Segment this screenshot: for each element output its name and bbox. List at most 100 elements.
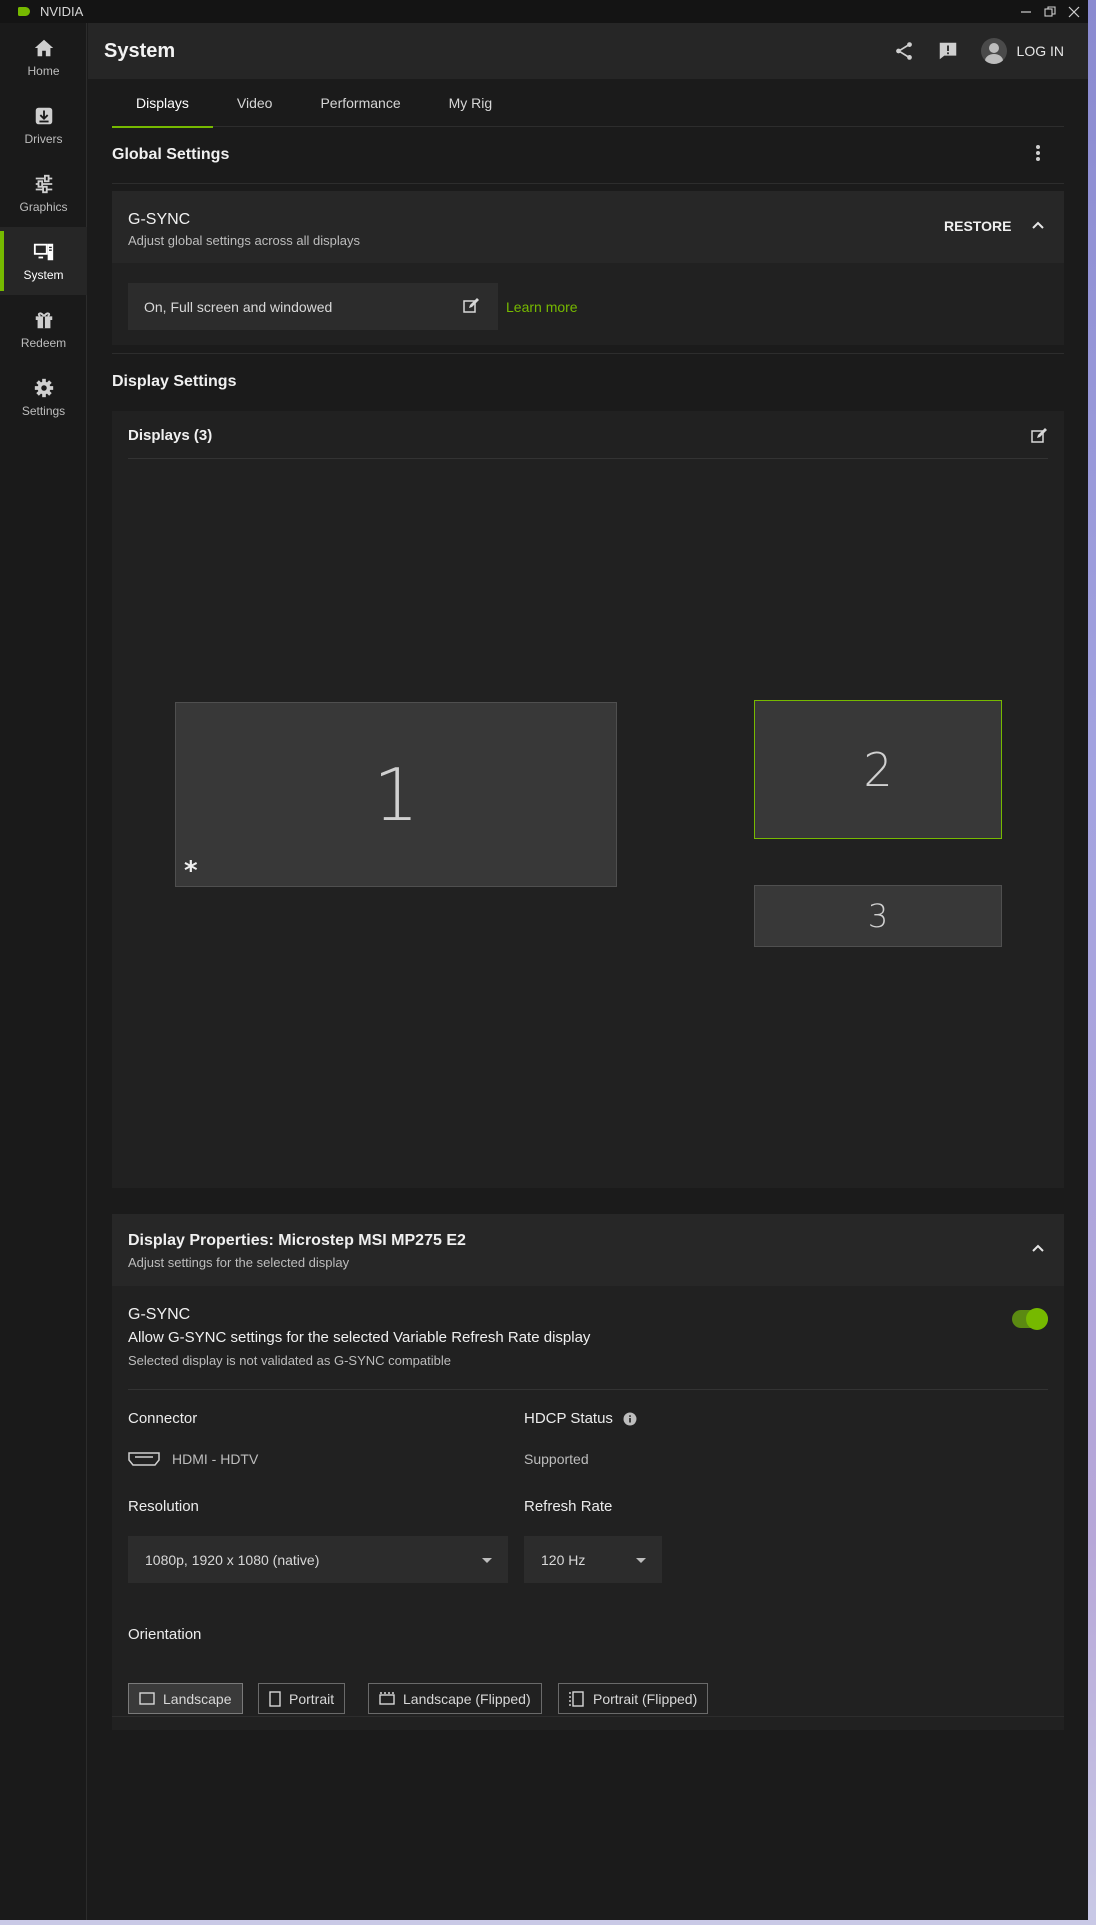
more-options-button[interactable] bbox=[1028, 143, 1048, 168]
global-settings-heading: Global Settings bbox=[112, 146, 230, 163]
connector-value: HDMI - HDTV bbox=[128, 1451, 258, 1467]
divider bbox=[128, 458, 1048, 459]
system-icon bbox=[33, 243, 53, 260]
edit-icon[interactable] bbox=[462, 297, 480, 315]
orientation-label-text: Portrait (Flipped) bbox=[593, 1690, 698, 1707]
feedback-button[interactable] bbox=[937, 40, 959, 62]
portrait-icon bbox=[269, 1690, 281, 1707]
tab-video[interactable]: Video bbox=[213, 81, 297, 127]
monitor-2[interactable]: 2 bbox=[754, 700, 1002, 839]
sidebar-item-label: Graphics bbox=[19, 199, 68, 214]
primary-marker: * bbox=[184, 856, 198, 886]
display-properties-header: Display Properties: Microstep MSI MP275 … bbox=[112, 1214, 1064, 1286]
orientation-portrait-button[interactable]: Portrait bbox=[258, 1683, 346, 1714]
edit-icon[interactable] bbox=[1030, 427, 1048, 445]
sidebar-item-label: System bbox=[23, 267, 64, 282]
sidebar-item-label: Settings bbox=[21, 403, 66, 418]
more-vertical-icon bbox=[1036, 145, 1040, 161]
hdcp-label: HDCP Status bbox=[524, 1410, 613, 1427]
monitor-number: 1 bbox=[373, 752, 419, 837]
gift-icon bbox=[35, 312, 52, 328]
collapse-button[interactable] bbox=[1030, 1240, 1046, 1261]
resolution-value: 1080p, 1920 x 1080 (native) bbox=[145, 1551, 320, 1568]
displays-count-label: Displays (3) bbox=[128, 427, 213, 444]
share-icon bbox=[895, 42, 912, 60]
monitor-number: 2 bbox=[863, 742, 893, 797]
info-icon[interactable] bbox=[623, 1412, 637, 1426]
page-title: System bbox=[104, 39, 176, 62]
display-properties-subtitle: Adjust settings for the selected display bbox=[128, 1255, 350, 1270]
gsync-toggle[interactable] bbox=[1012, 1308, 1048, 1330]
login-label: LOG IN bbox=[1016, 43, 1064, 59]
restore-button[interactable]: RESTORE bbox=[944, 218, 1011, 234]
sidebar-item-label: Redeem bbox=[20, 335, 67, 350]
sidebar: Home Drivers Graphics System Redeem Sett… bbox=[0, 23, 87, 1920]
sidebar-item-settings[interactable]: Settings bbox=[0, 363, 87, 431]
tab-performance[interactable]: Performance bbox=[296, 81, 424, 127]
resolution-label: Resolution bbox=[128, 1498, 199, 1515]
header-actions: LOG IN bbox=[893, 23, 1064, 79]
monitor-1[interactable]: 1 * bbox=[175, 702, 617, 887]
connector-text: HDMI - HDTV bbox=[172, 1451, 259, 1467]
sliders-icon bbox=[35, 174, 52, 193]
gsync-mode-value: On, Full screen and windowed bbox=[144, 298, 333, 315]
sidebar-item-drivers[interactable]: Drivers bbox=[0, 91, 87, 159]
orientation-portrait-flipped-button[interactable]: Portrait (Flipped) bbox=[558, 1683, 709, 1714]
sidebar-item-label: Home bbox=[27, 63, 60, 78]
sidebar-item-home[interactable]: Home bbox=[0, 23, 87, 91]
orientation-label-text: Landscape (Flipped) bbox=[403, 1690, 531, 1707]
tab-bar: Displays Video Performance My Rig bbox=[112, 81, 1064, 128]
displays-card: Displays (3) 1 * 2 3 bbox=[112, 411, 1064, 1188]
gsync-display-note: Selected display is not validated as G-S… bbox=[128, 1353, 451, 1368]
orientation-landscape-button[interactable]: Landscape bbox=[128, 1683, 243, 1714]
divider bbox=[128, 1389, 1048, 1390]
hdcp-label-row: HDCP Status bbox=[524, 1410, 637, 1427]
restore-icon bbox=[1044, 5, 1056, 17]
display-settings-heading: Display Settings bbox=[112, 373, 237, 390]
sidebar-item-label: Drivers bbox=[24, 131, 63, 146]
landscape-flipped-icon bbox=[379, 1692, 395, 1705]
gsync-global-card: G-SYNC Adjust global settings across all… bbox=[112, 191, 1064, 345]
monitor-number: 3 bbox=[867, 897, 889, 935]
tab-my-rig[interactable]: My Rig bbox=[425, 81, 517, 127]
tab-displays[interactable]: Displays bbox=[112, 81, 213, 128]
login-button[interactable]: LOG IN bbox=[980, 38, 1064, 64]
chevron-up-icon bbox=[1032, 221, 1044, 229]
minimize-icon bbox=[1021, 10, 1031, 13]
app-name: NVIDIA bbox=[40, 4, 84, 19]
refresh-rate-label: Refresh Rate bbox=[524, 1498, 613, 1515]
chevron-up-icon bbox=[1032, 1244, 1044, 1252]
caret-down-icon bbox=[636, 1557, 646, 1563]
learn-more-link[interactable]: Learn more bbox=[506, 299, 578, 315]
close-button[interactable] bbox=[1060, 0, 1088, 23]
nvidia-logo-icon bbox=[18, 7, 30, 16]
title-bar: NVIDIA bbox=[0, 0, 1088, 23]
resolution-dropdown[interactable]: 1080p, 1920 x 1080 (native) bbox=[128, 1536, 508, 1583]
gsync-global-header: G-SYNC Adjust global settings across all… bbox=[112, 191, 1064, 263]
gsync-display-title: G-SYNC bbox=[128, 1306, 191, 1323]
gsync-mode-field[interactable]: On, Full screen and windowed bbox=[128, 283, 498, 330]
portrait-flipped-icon bbox=[569, 1690, 584, 1707]
monitor-3[interactable]: 3 bbox=[754, 885, 1002, 947]
orientation-landscape-flipped-button[interactable]: Landscape (Flipped) bbox=[368, 1683, 542, 1714]
refresh-rate-value: 120 Hz bbox=[541, 1551, 586, 1568]
share-button[interactable] bbox=[893, 40, 915, 62]
sidebar-item-graphics[interactable]: Graphics bbox=[0, 159, 87, 227]
gsync-display-desc: Allow G-SYNC settings for the selected V… bbox=[128, 1329, 591, 1346]
collapse-button[interactable] bbox=[1030, 217, 1046, 238]
landscape-icon bbox=[139, 1692, 155, 1705]
close-icon bbox=[1068, 6, 1080, 17]
orientation-label: Orientation bbox=[128, 1626, 202, 1643]
caret-down-icon bbox=[482, 1557, 492, 1563]
refresh-rate-dropdown[interactable]: 120 Hz bbox=[524, 1536, 662, 1583]
download-icon bbox=[35, 107, 52, 124]
display-properties-title: Display Properties: Microstep MSI MP275 … bbox=[128, 1232, 466, 1249]
gsync-subtitle: Adjust global settings across all displa… bbox=[128, 233, 360, 248]
sidebar-item-system[interactable]: System bbox=[0, 227, 87, 295]
sidebar-item-redeem[interactable]: Redeem bbox=[0, 295, 87, 363]
display-properties-card: Display Properties: Microstep MSI MP275 … bbox=[112, 1214, 1064, 1730]
hdmi-icon bbox=[128, 1452, 160, 1466]
gsync-title: G-SYNC bbox=[128, 211, 191, 228]
divider bbox=[112, 183, 1064, 184]
orientation-label-text: Portrait bbox=[289, 1690, 335, 1707]
